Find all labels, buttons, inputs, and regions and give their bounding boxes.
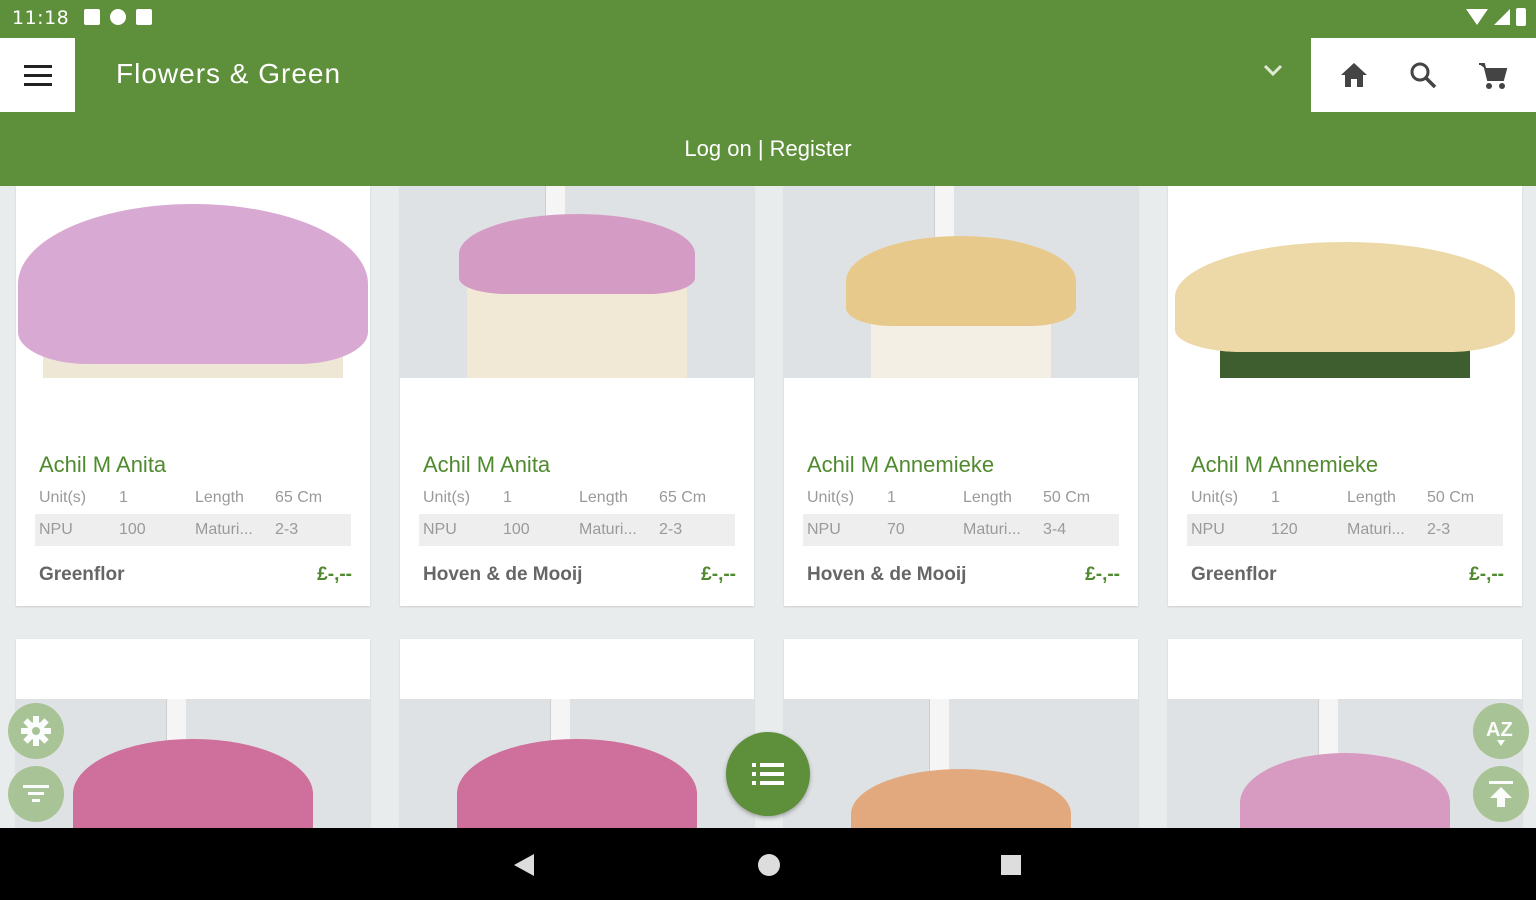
vendor-name: Hoven & de Mooij	[807, 564, 967, 585]
product-card[interactable]: Achil M Anita Unit(s) 1 Length 65 Cm NPU 100…	[400, 186, 754, 606]
search-icon	[1410, 62, 1437, 89]
product-image	[784, 186, 1138, 378]
vendor-name: Greenflor	[39, 564, 125, 585]
product-image	[1168, 186, 1522, 378]
notification-icon	[84, 9, 100, 25]
home-icon	[1340, 63, 1367, 87]
status-bar: 11:18	[0, 0, 1536, 36]
product-specs: Unit(s) 1 Length 65 Cm NPU 100 Maturi... 2-3	[35, 482, 351, 546]
battery-icon	[1516, 8, 1526, 26]
hamburger-icon	[23, 64, 52, 68]
product-card[interactable]	[16, 639, 370, 828]
product-card[interactable]	[784, 639, 1138, 828]
sd-card-icon	[136, 9, 152, 25]
product-name: Achil M Annemieke	[1191, 452, 1379, 477]
product-specs: Unit(s) 1 Length 65 Cm NPU 100 Maturi... 2-3	[419, 482, 735, 546]
wifi-icon	[1466, 9, 1488, 25]
product-image	[1168, 699, 1522, 828]
product-price: £-,--	[701, 564, 736, 585]
sort-az-icon: AZ	[1486, 719, 1513, 746]
filter-icon	[23, 785, 49, 802]
product-name: Achil M Annemieke	[807, 452, 995, 477]
back-icon[interactable]	[512, 852, 536, 878]
home-button[interactable]	[1334, 55, 1374, 95]
settings-button[interactable]	[8, 703, 64, 759]
sort-button[interactable]: AZ	[1473, 703, 1529, 759]
list-view-button[interactable]	[726, 732, 810, 816]
cart-button[interactable]	[1473, 55, 1513, 95]
filter-button[interactable]	[8, 766, 64, 822]
product-image	[400, 186, 754, 378]
product-card[interactable]: Achil M Anita Unit(s) 1 Length 65 Cm NPU 100…	[16, 186, 370, 606]
product-specs: Unit(s) 1 Length 50 Cm NPU 70 Maturi... 3-4	[803, 482, 1119, 546]
list-icon	[752, 763, 784, 785]
product-name: Achil M Anita	[423, 452, 551, 477]
product-specs: Unit(s) 1 Length 50 Cm NPU 120 Maturi... 2-3	[1187, 482, 1503, 546]
product-image	[16, 699, 370, 828]
status-time: 11:18	[12, 7, 70, 29]
vendor-name: Greenflor	[1191, 564, 1277, 585]
app-title: Flowers & Green	[116, 58, 342, 89]
svg-text:AZ: AZ	[1486, 719, 1513, 741]
recents-icon[interactable]	[1000, 854, 1022, 876]
search-button[interactable]	[1403, 55, 1443, 95]
system-nav-bar	[0, 828, 1536, 900]
product-image	[400, 699, 754, 828]
vendor-name: Hoven & de Mooij	[423, 564, 583, 585]
product-price: £-,--	[1469, 564, 1504, 585]
menu-button[interactable]	[0, 38, 75, 112]
product-price: £-,--	[317, 564, 352, 585]
chevron-down-icon[interactable]	[1262, 60, 1284, 83]
product-price: £-,--	[1085, 564, 1120, 585]
product-card[interactable]: Achil M Annemieke Unit(s) 1 Length 50 Cm NP…	[784, 186, 1138, 606]
app-bar: Flowers & Green Log on | Register	[0, 36, 1536, 186]
arrow-up-icon	[1489, 781, 1513, 807]
login-register-link[interactable]: Log on | Register	[0, 136, 1536, 162]
product-name: Achil M Anita	[39, 452, 167, 477]
signal-icon	[1494, 9, 1510, 25]
product-card[interactable]	[1168, 639, 1522, 828]
product-image	[784, 699, 1138, 828]
scroll-top-button[interactable]	[1473, 766, 1529, 822]
gear-icon	[21, 716, 51, 746]
home-nav-icon[interactable]	[757, 853, 781, 877]
product-card[interactable]	[400, 639, 754, 828]
app-notification-icon	[110, 9, 126, 25]
toolbar-actions	[1311, 38, 1536, 112]
product-card[interactable]: Achil M Annemieke Unit(s) 1 Length 50 Cm NP…	[1168, 186, 1522, 606]
cart-icon	[1479, 63, 1508, 89]
product-image	[16, 186, 370, 378]
